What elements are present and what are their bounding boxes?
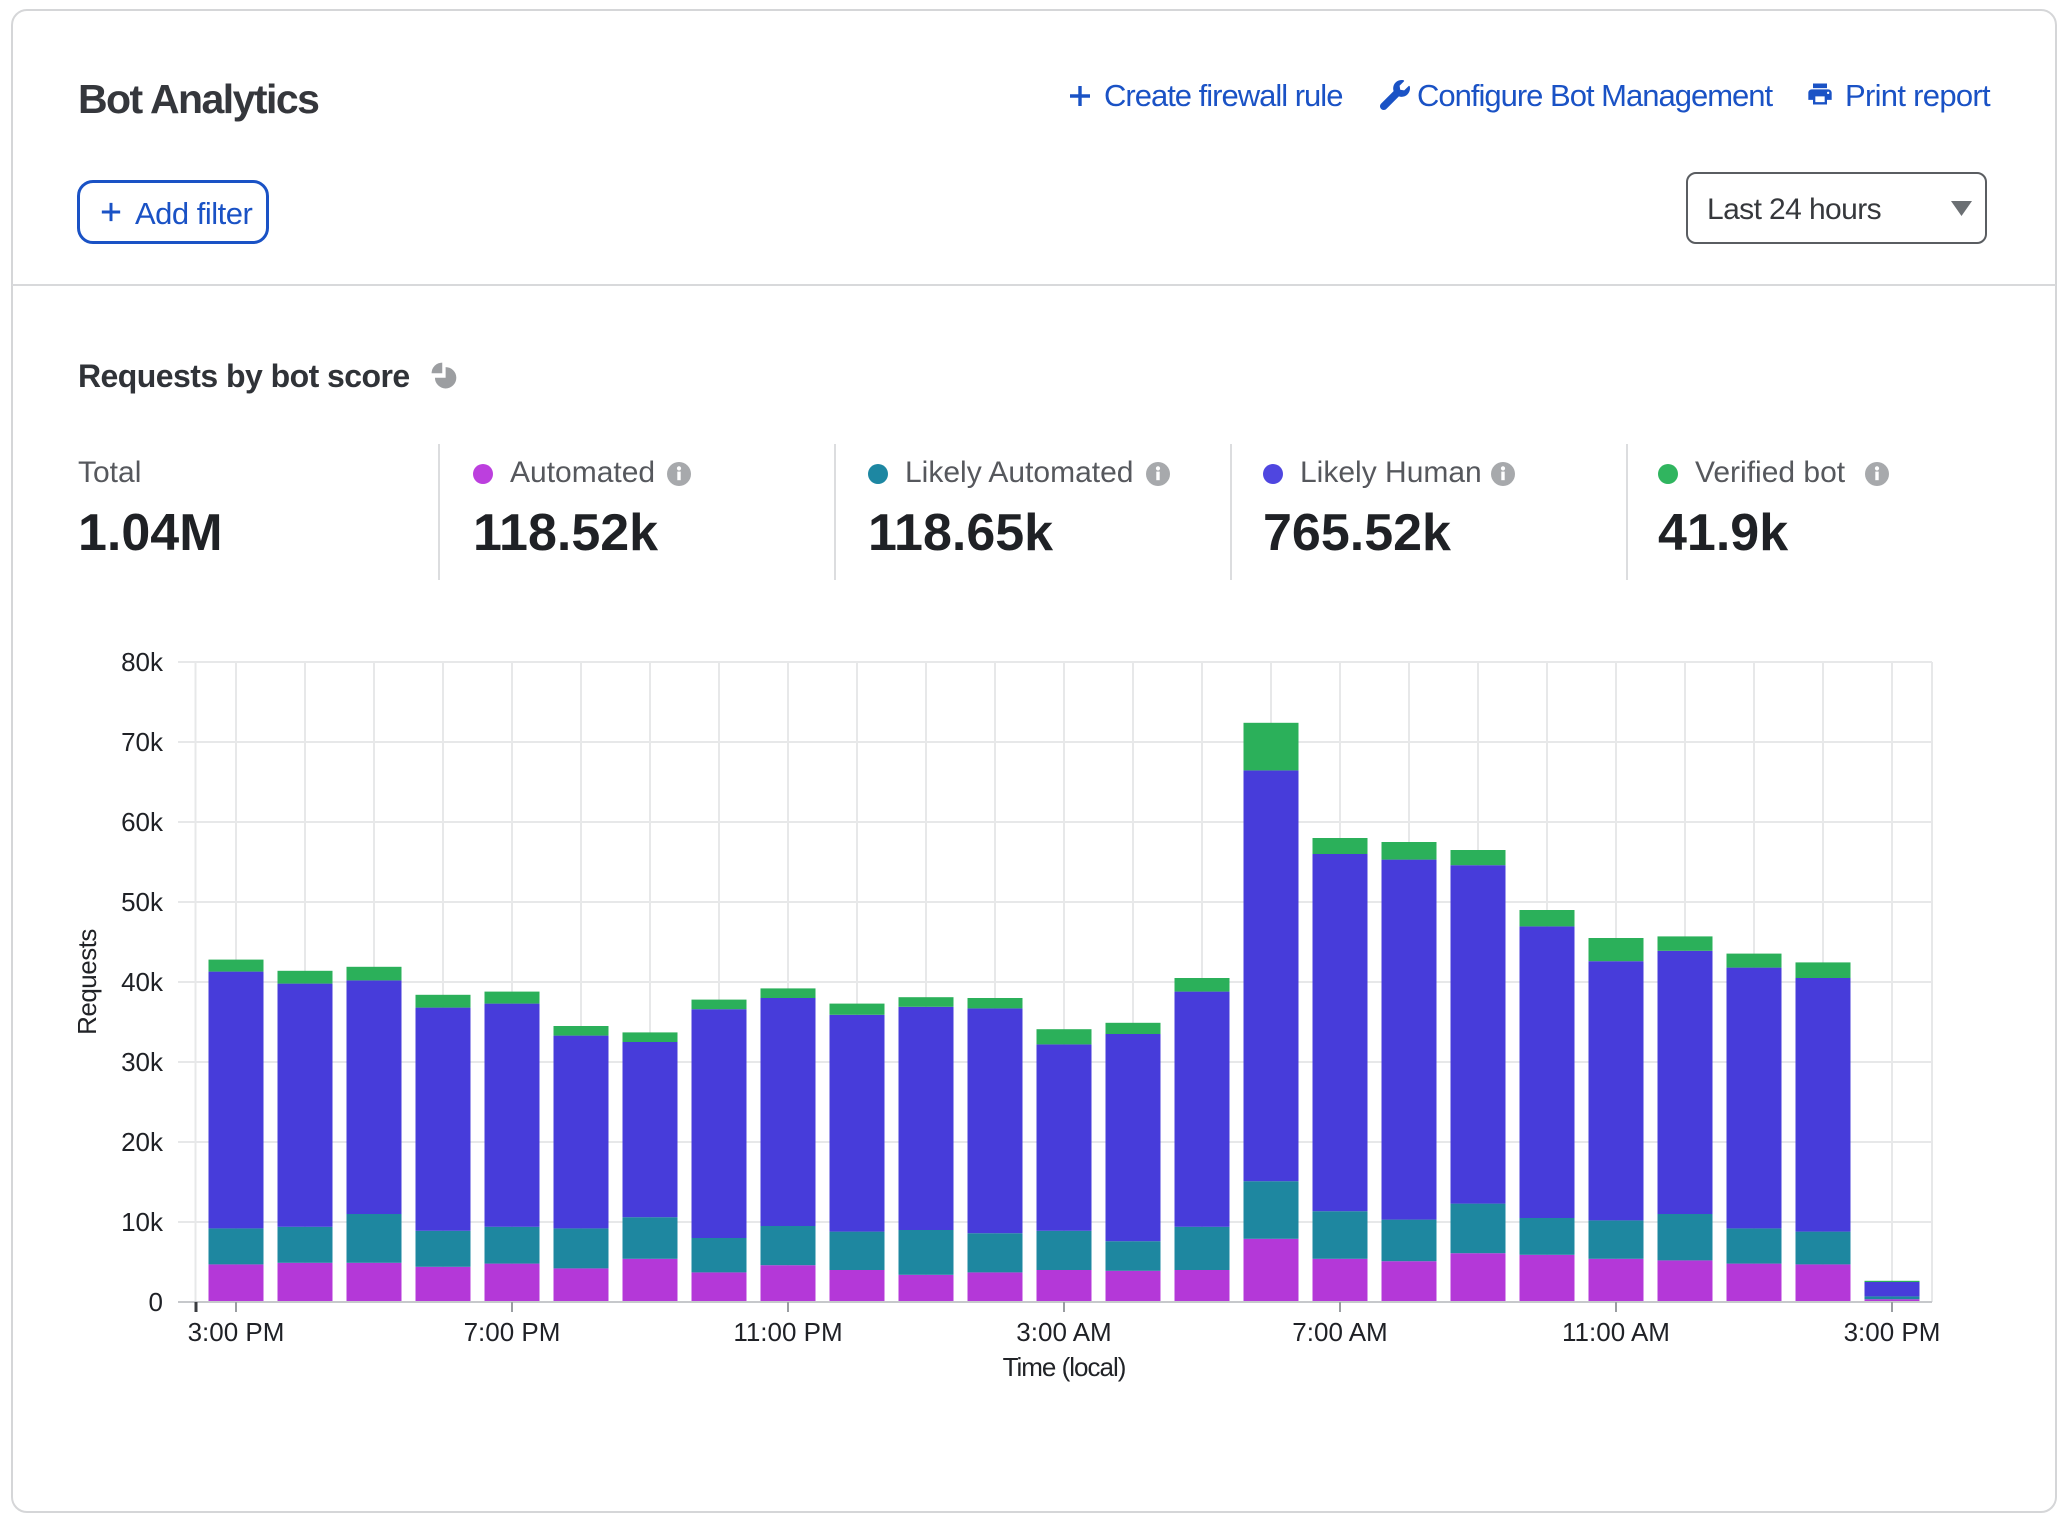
svg-text:Requests: Requests — [72, 929, 102, 1035]
svg-text:0: 0 — [149, 1287, 163, 1317]
svg-text:50k: 50k — [121, 887, 164, 917]
svg-text:20k: 20k — [121, 1127, 164, 1157]
svg-text:7:00 PM: 7:00 PM — [464, 1317, 561, 1347]
svg-text:70k: 70k — [121, 727, 164, 757]
svg-text:80k: 80k — [121, 647, 164, 677]
svg-text:40k: 40k — [121, 967, 164, 997]
svg-text:3:00 PM: 3:00 PM — [188, 1317, 285, 1347]
svg-text:11:00 AM: 11:00 AM — [1562, 1317, 1670, 1347]
svg-text:30k: 30k — [121, 1047, 164, 1077]
svg-text:3:00 PM: 3:00 PM — [1844, 1317, 1941, 1347]
svg-text:3:00 AM: 3:00 AM — [1016, 1317, 1111, 1347]
svg-text:60k: 60k — [121, 807, 164, 837]
svg-text:10k: 10k — [121, 1207, 164, 1237]
svg-text:Time (local): Time (local) — [1003, 1352, 1126, 1382]
svg-text:7:00 AM: 7:00 AM — [1292, 1317, 1387, 1347]
svg-text:11:00 PM: 11:00 PM — [733, 1317, 842, 1347]
